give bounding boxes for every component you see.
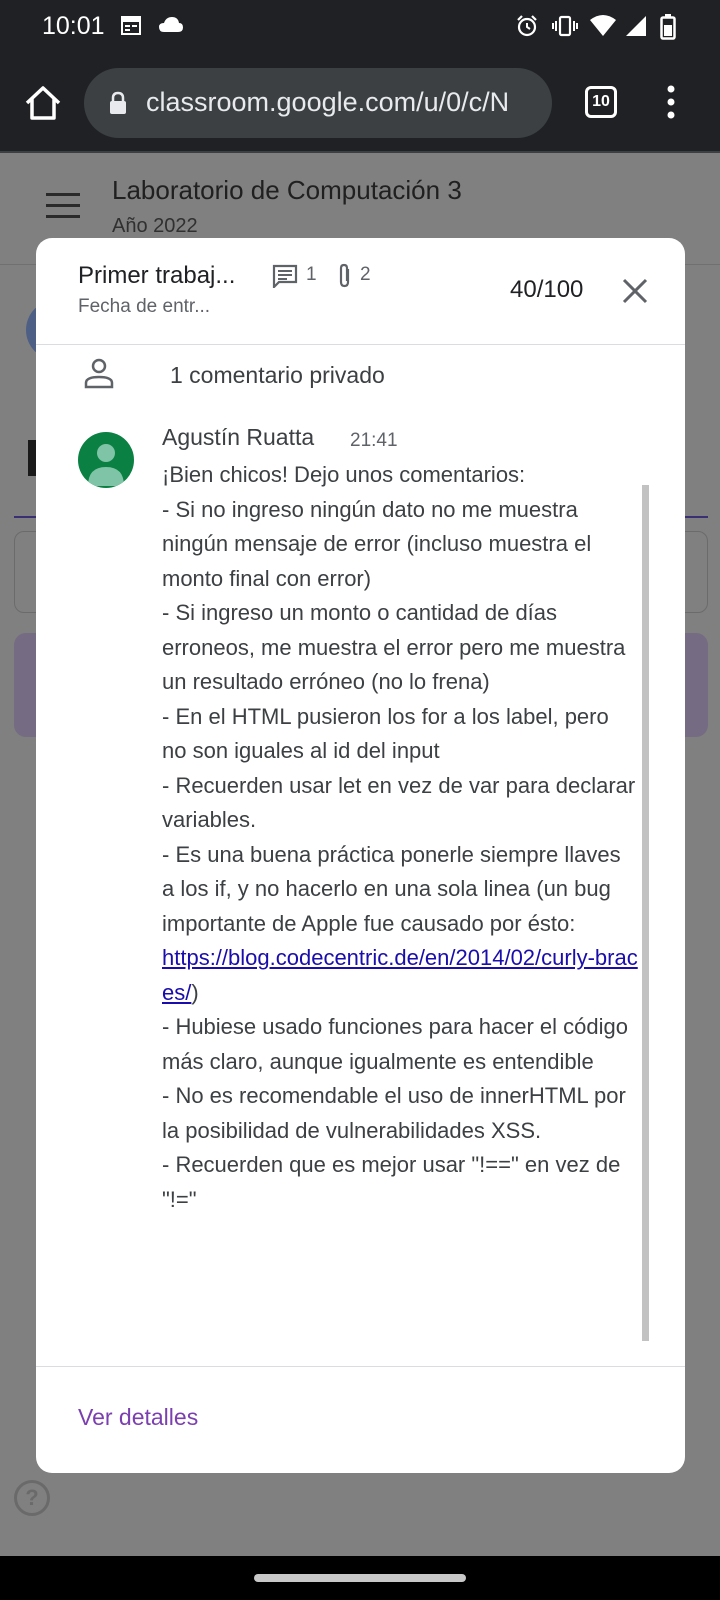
comment-time: 21:41: [350, 430, 398, 451]
comment-count: 1: [306, 264, 317, 285]
home-icon[interactable]: [22, 82, 64, 124]
close-icon[interactable]: [620, 276, 650, 306]
link-suffix: ): [191, 979, 199, 1005]
comment-line: ¡Bien chicos! Dejo unos comentarios:: [162, 462, 526, 487]
signal-icon: [626, 16, 646, 36]
address-bar[interactable]: classroom.google.com/u/0/c/N: [84, 68, 552, 138]
assignment-title: Primer trabaj...: [78, 262, 236, 289]
grade-score: 40/100: [510, 276, 584, 303]
url-text: classroom.google.com/u/0/c/N: [146, 87, 510, 117]
comment-line: - Si no ingreso ningún dato no me muestr…: [162, 496, 592, 591]
scrollbar[interactable]: [642, 485, 649, 1341]
tab-switcher-button[interactable]: 10: [585, 86, 617, 118]
comment-line: - No es recomendable el uso de innerHTML…: [162, 1083, 626, 1143]
battery-icon: [660, 14, 676, 40]
wifi-icon: [590, 15, 616, 36]
course-subtitle: Año 2022: [112, 215, 198, 237]
comment-line: - En el HTML pusieron los for a los labe…: [162, 703, 609, 764]
calendar-icon: [121, 16, 141, 35]
comment-line: - Si ingreso un monto o cantidad de días…: [162, 600, 626, 694]
attachment-icon: [339, 263, 350, 288]
hamburger-menu-icon[interactable]: [46, 193, 80, 219]
menu-dots-icon[interactable]: [664, 84, 678, 120]
dialog-body[interactable]: 1 comentario privado Agustín Ruatta 21:4…: [36, 346, 685, 1366]
course-title: Laboratorio de Computación 3: [112, 175, 462, 205]
person-icon: [84, 358, 114, 389]
submission-dialog: Primer trabaj... 1 2 Fecha de entr... 40…: [36, 238, 685, 1473]
status-bar: 10:01: [0, 0, 720, 52]
dialog-footer: Ver detalles: [36, 1366, 685, 1473]
comment-line: - Es una buena práctica ponerle siempre …: [162, 841, 621, 936]
cloud-icon: [159, 17, 183, 32]
private-comments-label: 1 comentario privado: [170, 362, 385, 388]
avatar: [78, 432, 134, 488]
browser-toolbar: classroom.google.com/u/0/c/N 10: [0, 52, 720, 153]
help-icon[interactable]: ?: [14, 1480, 50, 1516]
comment-link[interactable]: https://blog.codecentric.de/en/2014/02/c…: [162, 945, 638, 1005]
comment-icon: [272, 264, 298, 288]
navigation-bar: [0, 1556, 720, 1600]
comment-line-link: https://blog.codecentric.de/en/2014/02/c…: [162, 941, 638, 1010]
view-details-link[interactable]: Ver detalles: [78, 1404, 198, 1431]
lock-icon: [110, 91, 126, 114]
due-date: Fecha de entr...: [78, 296, 211, 317]
comment-author: Agustín Ruatta: [162, 424, 315, 450]
comment-text: ¡Bien chicos! Dejo unos comentarios: - S…: [162, 458, 638, 1217]
person-avatar-icon: [88, 444, 124, 486]
comment-line: - Recuerden que es mejor usar "!==" en v…: [162, 1152, 621, 1212]
comment-line: - Hubiese usado funciones para hacer el …: [162, 1014, 628, 1074]
comment-line: - Recuerden usar let en vez de var para …: [162, 772, 636, 833]
attachment-count: 2: [360, 264, 371, 285]
dialog-header: Primer trabaj... 1 2 Fecha de entr... 40…: [36, 238, 685, 345]
status-time: 10:01: [42, 12, 105, 40]
vibrate-icon: [552, 15, 578, 37]
home-gesture-handle[interactable]: [254, 1574, 466, 1582]
alarm-icon: [517, 15, 537, 37]
